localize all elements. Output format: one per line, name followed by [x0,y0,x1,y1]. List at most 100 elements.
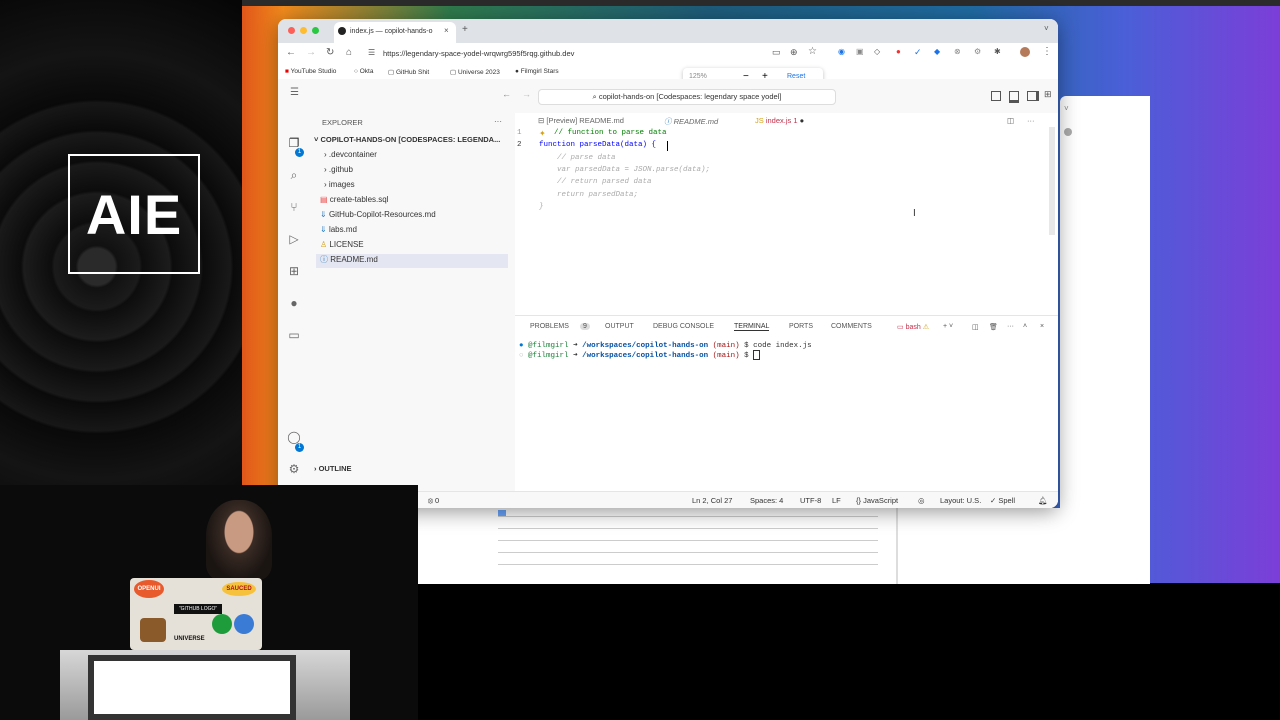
extension-icon[interactable]: ● [896,47,901,56]
markdown-icon: ⇓ [320,210,329,219]
split-terminal-icon[interactable]: ◫ [972,323,979,331]
terminal-shell[interactable]: ▭ bash ⚠ [897,323,929,331]
tab-ports[interactable]: PORTS [789,323,813,330]
extension-icon[interactable]: ◇ [874,47,880,56]
close-tab-icon[interactable]: × [444,26,449,35]
terminal-cursor [753,350,761,361]
forward-arrow-icon[interactable]: → [306,47,316,58]
bookmark-youtube-studio[interactable]: ■ YouTube Studio [285,68,336,75]
tab-problems[interactable]: PROBLEMS [530,323,569,330]
hamburger-menu-icon[interactable]: ☰ [290,87,299,98]
folder-icon [498,510,506,516]
zoom-window-button[interactable] [312,27,319,34]
tree-item-github[interactable]: › .github [324,165,353,174]
new-tab-button[interactable]: + [462,24,468,35]
tab-preview-readme[interactable]: ⊟ [Preview] README.md [538,116,624,125]
tree-item-copilot-resources[interactable]: ⇓ GitHub-Copilot-Resources.md [320,210,436,219]
nav-back-icon[interactable]: ← [502,89,511,99]
reload-icon[interactable]: ↻ [326,47,334,58]
terminal-line-1[interactable]: ● @filmgirl ➜ /workspaces/copilot-hands-… [519,340,812,350]
spell-checker[interactable]: ✓ Spell [990,496,1015,505]
sticker-github-logo: "GITHUB LOGO" [174,604,222,614]
nav-forward-icon[interactable]: → [522,89,531,99]
home-icon[interactable]: ⌂ [346,47,352,58]
cast-icon[interactable]: ▭ [772,47,781,58]
end-of-line[interactable]: LF [832,496,841,505]
tree-item-images[interactable]: › images [324,180,355,189]
encoding[interactable]: UTF-8 [800,496,821,505]
extensions-icon[interactable]: ⊞ [286,263,302,279]
extension-icon[interactable]: ✓ [914,47,922,58]
command-center[interactable]: ⌕ copilot-hands-on [Codespaces: legendar… [538,89,836,105]
tree-item-devcontainer[interactable]: › .devcontainer [324,150,377,159]
zoom-icon[interactable]: ⊕ [790,47,798,58]
explorer-more-icon[interactable]: ··· [494,117,502,126]
bookmark-github-shit[interactable]: ▢ GitHub Shit [388,68,429,76]
tab-terminal[interactable]: TERMINAL [734,323,770,331]
more-actions-icon[interactable]: ··· [1007,323,1014,330]
search-icon[interactable]: ⌕ [286,167,302,183]
bookmark-universe-2023[interactable]: ▢ Universe 2023 [450,68,500,76]
split-editor-icon[interactable]: ◫ [1007,116,1014,125]
cursor-position[interactable]: Ln 2, Col 27 [692,496,732,505]
run-debug-icon[interactable]: ▷ [286,231,302,247]
tree-item-license[interactable]: ♙ LICENSE [320,240,364,249]
tab-index-js[interactable]: JS index.js 1 ● [755,116,804,125]
ghost-text-line-5: // return parsed data [539,178,652,186]
profile-avatar[interactable] [1020,47,1030,57]
tab-search-icon[interactable]: ˅ [1044,24,1049,33]
toggle-secondary-sidebar-icon[interactable] [1027,91,1039,101]
more-actions-icon[interactable]: ··· [1027,116,1035,125]
copilot-icon[interactable]: ◎ [918,496,925,505]
editor-tabs: ⊟ [Preview] README.md ⓘ README.md JS ind… [515,113,1058,127]
extension-icon[interactable]: ◉ [838,47,845,56]
outline-section[interactable]: › OUTLINE [314,464,352,473]
tab-readme[interactable]: ⓘ README.md [664,116,718,127]
menu-kebab-icon[interactable]: ⋮ [1042,46,1052,57]
tree-item-labs[interactable]: ⇓ labs.md [320,225,357,234]
remote-explorer-icon[interactable]: ▭ [286,327,302,343]
language-mode[interactable]: {} JavaScript [856,496,898,505]
accounts-badge: 1 [295,443,304,452]
close-window-button[interactable] [288,27,295,34]
scrollbar[interactable] [1049,127,1055,235]
bookmark-filmgirl-stars[interactable]: ● Filmgirl Stars [515,68,559,75]
customize-layout-icon[interactable]: ⊞ [1044,89,1052,100]
close-panel-icon[interactable]: × [1040,323,1044,330]
notifications-bell-icon[interactable]: 🔔︎ [1038,496,1048,505]
maximize-panel-icon[interactable]: ˄ [1023,323,1027,330]
code-line-2[interactable]: function parseData(data) { [539,141,656,149]
bookmark-star-icon[interactable]: ☆ [808,46,817,57]
address-bar[interactable]: https://legendary-space-yodel-wrqwrg595f… [383,49,574,58]
indentation[interactable]: Spaces: 4 [750,496,783,505]
tree-item-create-tables[interactable]: ▤ create-tables.sql [320,195,388,204]
source-control-icon[interactable]: ⑂ [286,199,302,215]
tab-comments[interactable]: COMMENTS [831,323,872,330]
extension-icon[interactable]: ▣ [856,47,864,56]
browser-tab[interactable]: index.js — copilot-hands-o × [334,22,456,43]
kill-terminal-icon[interactable]: 🗑 [989,323,998,331]
workspace-root[interactable]: ˅ COPILOT-HANDS-ON [CODESPACES: LEGENDA.… [314,135,500,144]
code-line-1[interactable]: // function to parse data [554,129,667,137]
extension-icon[interactable]: ◆ [934,47,940,56]
tab-output[interactable]: OUTPUT [605,323,634,330]
tab-debug-console[interactable]: DEBUG CONSOLE [653,323,714,330]
github-icon[interactable]: ● [286,295,302,311]
manage-gear-icon[interactable]: ⚙ [286,461,302,477]
tree-item-readme[interactable]: ⓘ README.md [316,254,508,268]
ports-indicator[interactable]: ⦻ 0 [428,496,439,506]
terminal-line-2[interactable]: ○ @filmgirl ➜ /workspaces/copilot-hands-… [519,350,761,361]
database-icon: ▤ [320,195,330,204]
bookmark-okta[interactable]: ○ Okta [354,68,373,75]
keyboard-layout[interactable]: Layout: U.S. [940,496,981,505]
toggle-panel-icon[interactable] [1009,91,1019,103]
license-icon: ♙ [320,240,330,249]
toggle-sidebar-icon[interactable] [991,91,1001,101]
minimize-window-button[interactable] [300,27,307,34]
extension-icon[interactable]: ⚙ [974,47,981,56]
extension-icon[interactable]: ⊗ [954,47,961,56]
extensions-puzzle-icon[interactable]: ✱ [994,47,1001,56]
site-settings-icon[interactable]: ☰ [368,48,375,57]
new-terminal-icon[interactable]: + ˅ [943,323,953,330]
back-arrow-icon[interactable]: ← [286,47,296,58]
